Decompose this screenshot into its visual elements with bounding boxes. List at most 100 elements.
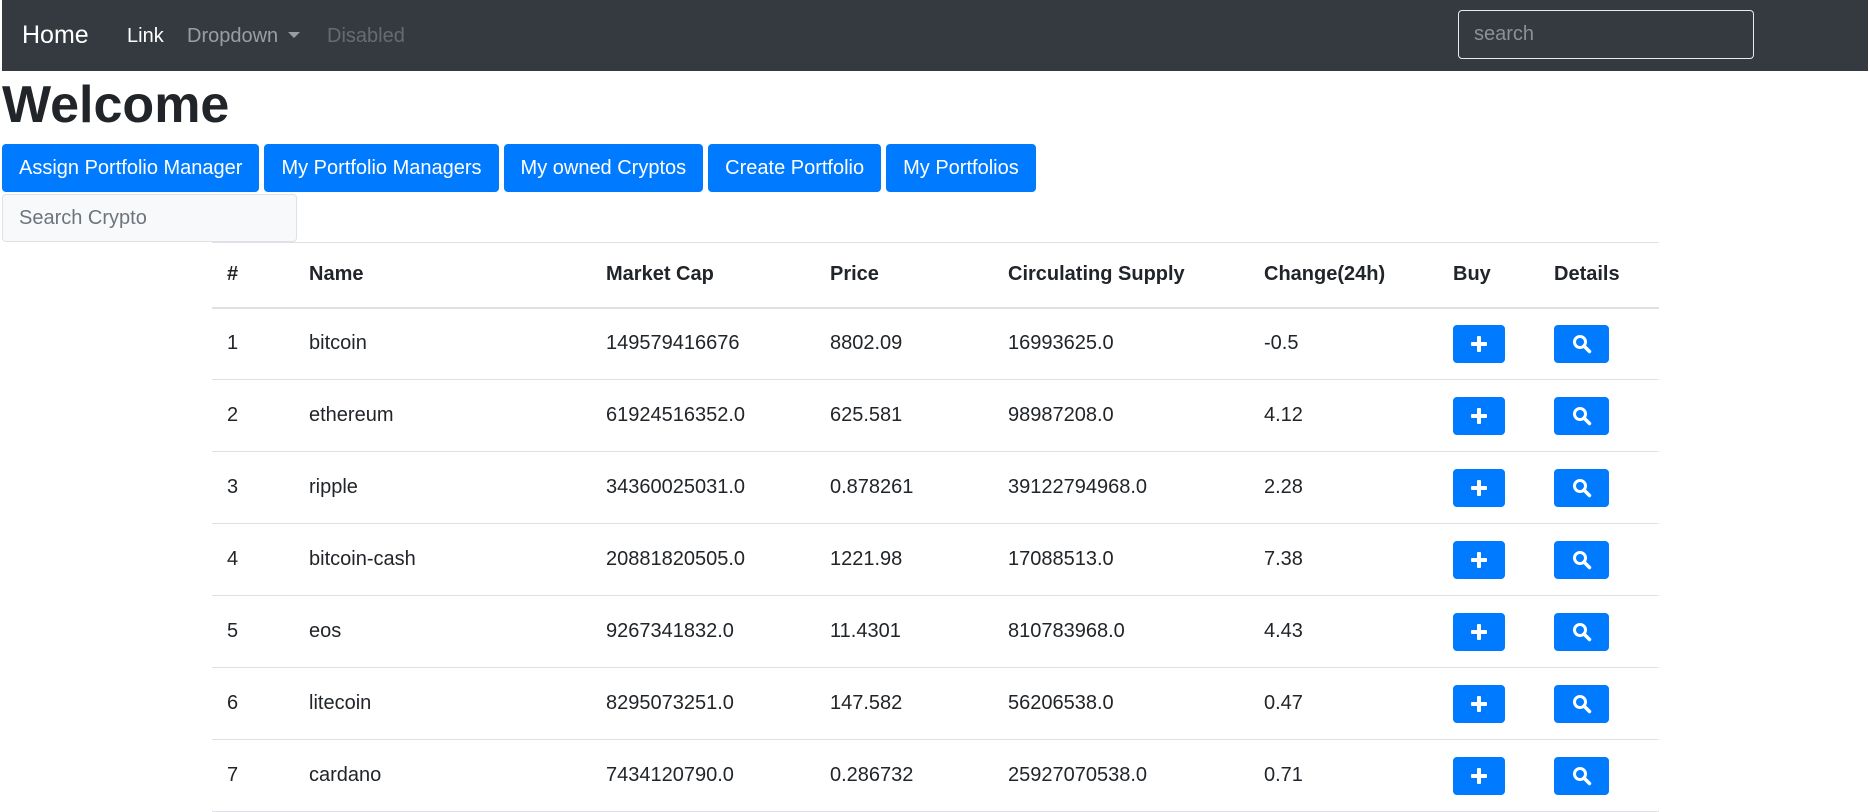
table-row: 4 bitcoin-cash 20881820505.0 1221.98 1708851… xyxy=(212,523,1659,596)
cell-circulating-supply: 39122794968.0 xyxy=(993,451,1249,524)
cell-rank: 4 xyxy=(212,523,294,596)
cell-name: ethereum xyxy=(294,379,591,452)
table-row: 2 ethereum 61924516352.0 625.581 98987208.0 4… xyxy=(212,379,1659,452)
crypto-table: # Name Market Cap Price Circulating Supp… xyxy=(212,242,1659,812)
cell-price: 147.582 xyxy=(815,667,993,740)
cell-details xyxy=(1539,307,1659,380)
cell-rank: 7 xyxy=(212,739,294,812)
buy-button[interactable] xyxy=(1453,324,1505,363)
column-header-details: Details xyxy=(1539,242,1659,309)
cell-price: 8802.09 xyxy=(815,307,993,380)
nav-dropdown[interactable]: Dropdown xyxy=(187,24,301,48)
crypto-table-container: # Name Market Cap Price Circulating Supp… xyxy=(212,242,1659,812)
buy-button[interactable] xyxy=(1453,756,1505,795)
column-header-rank: # xyxy=(212,242,294,309)
brand-home-link[interactable]: Home xyxy=(22,19,89,51)
cell-change-24h: 4.12 xyxy=(1249,379,1438,452)
cell-circulating-supply: 98987208.0 xyxy=(993,379,1249,452)
cell-details xyxy=(1539,739,1659,812)
navbar-search-input[interactable] xyxy=(1458,10,1754,59)
my-portfolio-managers-button[interactable]: My Portfolio Managers xyxy=(264,144,499,192)
search-icon xyxy=(1555,478,1608,498)
details-button[interactable] xyxy=(1554,324,1609,363)
details-button[interactable] xyxy=(1554,468,1609,507)
nav-disabled-link: Disabled xyxy=(327,25,405,47)
table-row: 1 bitcoin 149579416676 8802.09 16993625.0 -0.… xyxy=(212,307,1659,380)
column-header-price: Price xyxy=(815,242,993,309)
cell-price: 11.4301 xyxy=(815,595,993,668)
search-icon xyxy=(1555,694,1608,714)
details-button[interactable] xyxy=(1554,684,1609,723)
cell-buy xyxy=(1438,523,1539,596)
details-button[interactable] xyxy=(1554,756,1609,795)
column-header-market-cap: Market Cap xyxy=(591,242,815,309)
cell-rank: 5 xyxy=(212,595,294,668)
details-button[interactable] xyxy=(1554,612,1609,651)
table-body: 1 bitcoin 149579416676 8802.09 16993625.0 -0.… xyxy=(212,307,1659,812)
table-header-row: # Name Market Cap Price Circulating Supp… xyxy=(212,242,1659,309)
cell-details xyxy=(1539,595,1659,668)
search-icon xyxy=(1555,622,1608,642)
table-row: 6 litecoin 8295073251.0 147.582 56206538.0 0.… xyxy=(212,667,1659,740)
chevron-down-icon xyxy=(288,32,301,38)
cell-circulating-supply: 810783968.0 xyxy=(993,595,1249,668)
cell-circulating-supply: 56206538.0 xyxy=(993,667,1249,740)
cell-rank: 3 xyxy=(212,451,294,524)
table-row: 3 ripple 34360025031.0 0.878261 39122794968.… xyxy=(212,451,1659,524)
buy-button[interactable] xyxy=(1453,540,1505,579)
details-button[interactable] xyxy=(1554,540,1609,579)
cell-buy xyxy=(1438,451,1539,524)
table-row: 7 cardano 7434120790.0 0.286732 25927070538.… xyxy=(212,739,1659,812)
assign-portfolio-manager-button[interactable]: Assign Portfolio Manager xyxy=(2,144,260,192)
plus-icon xyxy=(1454,766,1504,786)
cell-market-cap: 20881820505.0 xyxy=(591,523,815,596)
plus-icon xyxy=(1454,406,1504,426)
nav-link[interactable]: Link xyxy=(127,24,164,48)
cell-circulating-supply: 25927070538.0 xyxy=(993,739,1249,812)
cell-market-cap: 7434120790.0 xyxy=(591,739,815,812)
cell-name: bitcoin-cash xyxy=(294,523,591,596)
cell-market-cap: 34360025031.0 xyxy=(591,451,815,524)
cell-change-24h: 0.71 xyxy=(1249,739,1438,812)
my-portfolios-button[interactable]: My Portfolios xyxy=(886,144,1036,192)
cell-market-cap: 8295073251.0 xyxy=(591,667,815,740)
cell-details xyxy=(1539,451,1659,524)
my-owned-cryptos-button[interactable]: My owned Cryptos xyxy=(503,144,704,192)
cell-circulating-supply: 17088513.0 xyxy=(993,523,1249,596)
cell-buy xyxy=(1438,379,1539,452)
cell-buy xyxy=(1438,739,1539,812)
plus-icon xyxy=(1454,478,1504,498)
column-header-change-24h: Change(24h) xyxy=(1249,242,1438,309)
column-header-buy: Buy xyxy=(1438,242,1539,309)
search-icon xyxy=(1555,766,1608,786)
action-buttons: Assign Portfolio Manager My Portfolio Ma… xyxy=(2,144,1041,192)
cell-buy xyxy=(1438,595,1539,668)
buy-button[interactable] xyxy=(1453,396,1505,435)
cell-market-cap: 9267341832.0 xyxy=(591,595,815,668)
column-header-circulating-supply: Circulating Supply xyxy=(993,242,1249,309)
cell-details xyxy=(1539,379,1659,452)
search-icon xyxy=(1555,334,1608,354)
plus-icon xyxy=(1454,622,1504,642)
buy-button[interactable] xyxy=(1453,468,1505,507)
cell-market-cap: 149579416676 xyxy=(591,307,815,380)
top-navbar: Home Link Dropdown Disabled xyxy=(2,0,1868,71)
cell-change-24h: 2.28 xyxy=(1249,451,1438,524)
cell-name: bitcoin xyxy=(294,307,591,380)
crypto-search-input[interactable] xyxy=(2,194,297,242)
buy-button[interactable] xyxy=(1453,612,1505,651)
cell-price: 0.878261 xyxy=(815,451,993,524)
column-header-name: Name xyxy=(294,242,591,309)
cell-market-cap: 61924516352.0 xyxy=(591,379,815,452)
create-portfolio-button[interactable]: Create Portfolio xyxy=(708,144,882,192)
cell-change-24h: -0.5 xyxy=(1249,307,1438,380)
cell-change-24h: 4.43 xyxy=(1249,595,1438,668)
cell-buy xyxy=(1438,307,1539,380)
details-button[interactable] xyxy=(1554,396,1609,435)
cell-details xyxy=(1539,523,1659,596)
nav-dropdown-label: Dropdown xyxy=(187,25,279,47)
cell-buy xyxy=(1438,667,1539,740)
buy-button[interactable] xyxy=(1453,684,1505,723)
cell-price: 625.581 xyxy=(815,379,993,452)
cell-details xyxy=(1539,667,1659,740)
